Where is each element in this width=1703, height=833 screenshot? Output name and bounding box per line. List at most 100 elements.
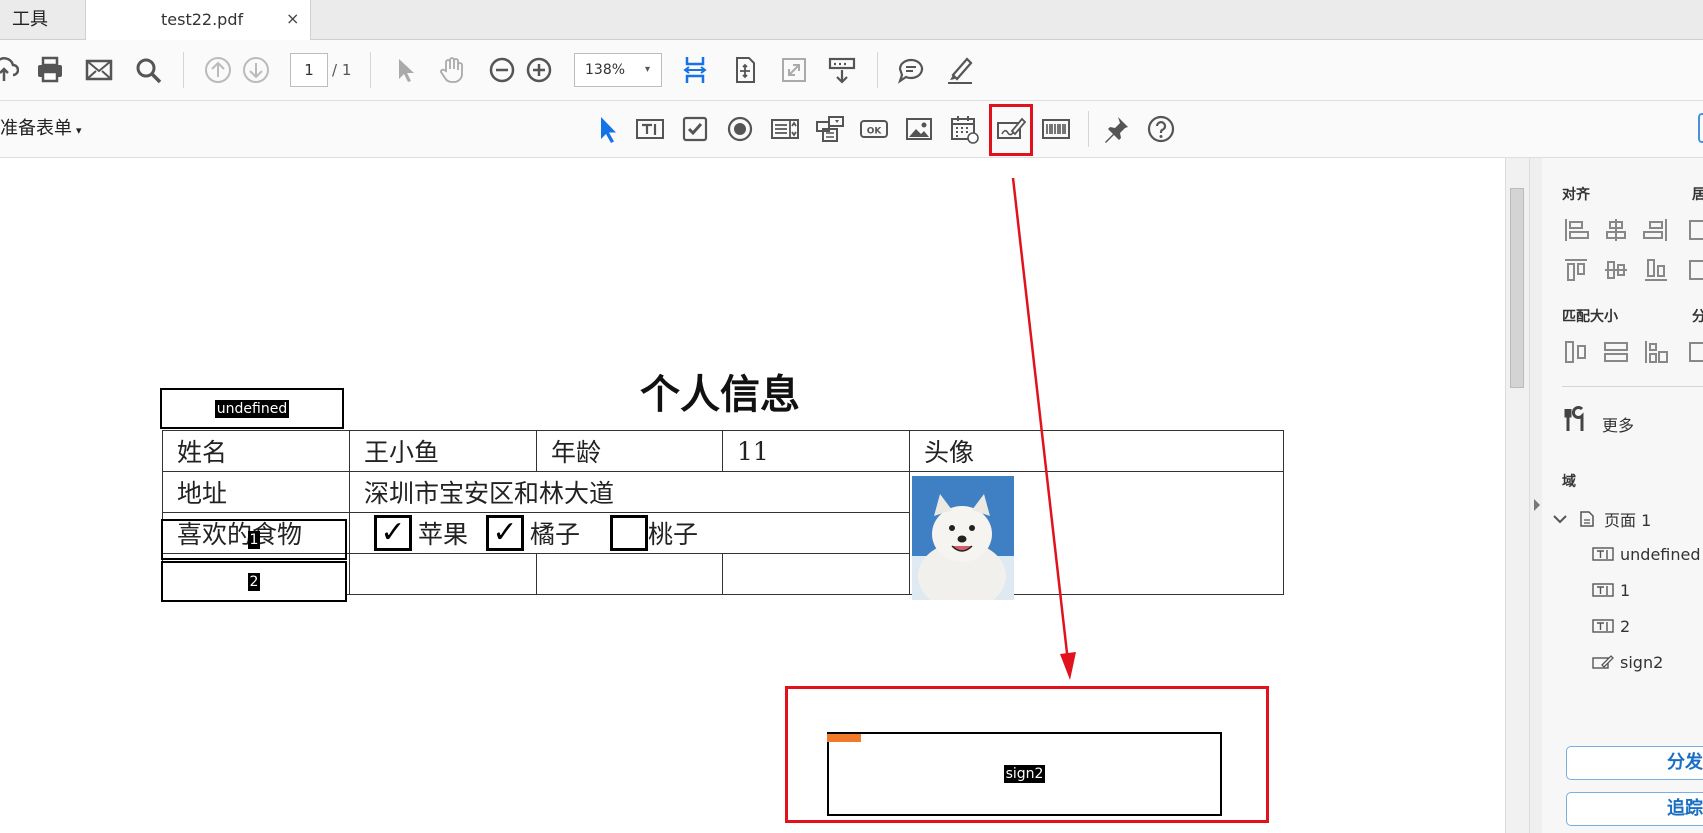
upload-icon[interactable]: [0, 52, 22, 88]
match-size-heading: 匹配大小: [1562, 309, 1618, 325]
align-heading: 对齐: [1562, 187, 1590, 203]
page-down-icon[interactable]: [238, 52, 274, 88]
prepare-form-label: 准备表单: [0, 118, 72, 139]
align-right-icon[interactable]: [1642, 216, 1670, 244]
match-both-icon[interactable]: [1642, 338, 1670, 366]
align-middle-icon[interactable]: [1602, 256, 1630, 284]
align-center-icon[interactable]: [1602, 216, 1630, 244]
text-field-icon: [1592, 547, 1614, 561]
empty-cell: [536, 553, 723, 595]
tree-item[interactable]: sign2: [1592, 650, 1663, 674]
toolbar-divider: [1088, 111, 1089, 147]
vertical-scrollbar[interactable]: [1505, 158, 1530, 833]
distribute-horizontal-icon[interactable]: [1687, 216, 1703, 244]
age-value: 11: [722, 430, 910, 472]
align-left-icon[interactable]: [1562, 216, 1590, 244]
tree-page-node[interactable]: 页面 1: [1552, 507, 1651, 531]
tree-item[interactable]: 1: [1592, 578, 1630, 602]
align-top-icon[interactable]: [1562, 256, 1590, 284]
form-field-2[interactable]: 2: [161, 561, 347, 602]
field-name-tag: sign2: [1003, 765, 1046, 783]
match-height-icon[interactable]: [1602, 338, 1630, 366]
barcode-icon[interactable]: [1038, 111, 1074, 147]
peach-checkbox[interactable]: [609, 515, 648, 551]
toolbar-divider: [183, 52, 184, 88]
document-canvas[interactable]: 个人信息 undefined 姓名 王小鱼 年龄 11 头像 地址 深圳市宝安区…: [0, 158, 1505, 833]
print-icon[interactable]: [32, 52, 68, 88]
page-number-input[interactable]: 1: [290, 53, 328, 87]
text-field-icon[interactable]: [632, 111, 668, 147]
checkbox-icon[interactable]: [677, 111, 713, 147]
divider: [1562, 386, 1703, 387]
tab-document[interactable]: test22.pdf ×: [85, 0, 311, 40]
scroll-mode-icon[interactable]: [824, 52, 860, 88]
form-field-1[interactable]: 1: [161, 519, 347, 560]
form-field-undefined[interactable]: undefined: [160, 388, 344, 429]
dropdown-icon[interactable]: [812, 111, 848, 147]
page-icon: [1580, 511, 1594, 527]
name-label: 姓名: [162, 430, 350, 472]
orange-label: 橘子: [529, 520, 580, 549]
radio-button-icon[interactable]: [722, 111, 758, 147]
table-row: 地址 深圳市宝安区和林大道: [162, 471, 1284, 595]
select-cursor-icon[interactable]: [386, 52, 422, 88]
empty-cell: [722, 553, 910, 595]
close-tab-button[interactable]: ×: [286, 0, 299, 38]
select-object-icon[interactable]: [588, 111, 624, 147]
page-up-icon[interactable]: [200, 52, 236, 88]
image-field-icon[interactable]: [901, 111, 937, 147]
panel-collapse-strip[interactable]: [1529, 158, 1543, 833]
tree-item-label: undefined: [1620, 544, 1701, 564]
field-name-tag: 1: [247, 530, 261, 549]
align-bottom-icon[interactable]: [1642, 256, 1670, 284]
list-box-icon[interactable]: [767, 111, 803, 147]
main-toolbar: 1 / 1 138% ▾: [0, 40, 1703, 101]
address-label: 地址: [162, 471, 350, 513]
fit-width-icon[interactable]: [677, 52, 713, 88]
peach-label: 桃子: [647, 520, 698, 549]
more-label[interactable]: 更多: [1602, 412, 1634, 436]
page-title: 个人信息: [640, 371, 800, 418]
ok-button-icon[interactable]: OK: [856, 111, 892, 147]
hand-tool-icon[interactable]: [434, 52, 470, 88]
fit-page-icon[interactable]: [727, 52, 763, 88]
date-field-icon[interactable]: [946, 111, 982, 147]
distribute-button[interactable]: 分发: [1566, 746, 1703, 780]
tree-item-label: sign2: [1620, 652, 1664, 672]
orange-checkbox[interactable]: ✓: [485, 515, 524, 551]
share-button[interactable]: [1698, 113, 1703, 143]
tree-item-label: 2: [1620, 616, 1631, 636]
photo-label: 头像: [909, 430, 1284, 472]
full-screen-icon[interactable]: [776, 52, 812, 88]
form-toolbar: 准备表单 ▾ OK: [0, 101, 1703, 158]
right-panel: 对齐 居 匹配大小 分 更多 域 页面 1 undefined 1 2 sign…: [1542, 158, 1703, 833]
toolbar-divider: [877, 52, 878, 88]
highlight-pen-icon[interactable]: [942, 52, 978, 88]
fields-heading: 域: [1562, 474, 1576, 490]
track-button[interactable]: 追踪: [1566, 792, 1703, 826]
tree-item[interactable]: undefined: [1592, 542, 1701, 566]
food-options: ✓ 苹果 ✓ 橘子 桃子: [349, 512, 910, 554]
pin-icon[interactable]: [1098, 111, 1134, 147]
help-icon[interactable]: [1143, 111, 1179, 147]
scrollbar-thumb[interactable]: [1510, 188, 1524, 388]
zoom-out-icon[interactable]: [484, 52, 520, 88]
toolbar-divider: [370, 52, 371, 88]
comment-icon[interactable]: [893, 52, 929, 88]
tab-tools[interactable]: 工具: [0, 0, 85, 39]
mail-icon[interactable]: [81, 52, 117, 88]
distribute-icon[interactable]: [1687, 338, 1703, 366]
chevron-right-icon: [1534, 499, 1540, 511]
chevron-down-icon[interactable]: [1552, 511, 1568, 527]
search-icon[interactable]: [130, 52, 166, 88]
tree-item[interactable]: 2: [1592, 614, 1630, 638]
distribute-vertical-icon[interactable]: [1687, 256, 1703, 284]
zoom-select[interactable]: 138% ▾: [574, 53, 662, 87]
distribute-heading: 分: [1692, 309, 1703, 325]
match-width-icon[interactable]: [1562, 338, 1590, 366]
more-tools-icon[interactable]: [1562, 406, 1590, 434]
signature-field-sign2[interactable]: sign2: [827, 732, 1222, 816]
zoom-in-icon[interactable]: [521, 52, 557, 88]
prepare-form-menu[interactable]: 准备表单 ▾: [0, 101, 82, 159]
apple-checkbox[interactable]: ✓: [374, 515, 412, 551]
